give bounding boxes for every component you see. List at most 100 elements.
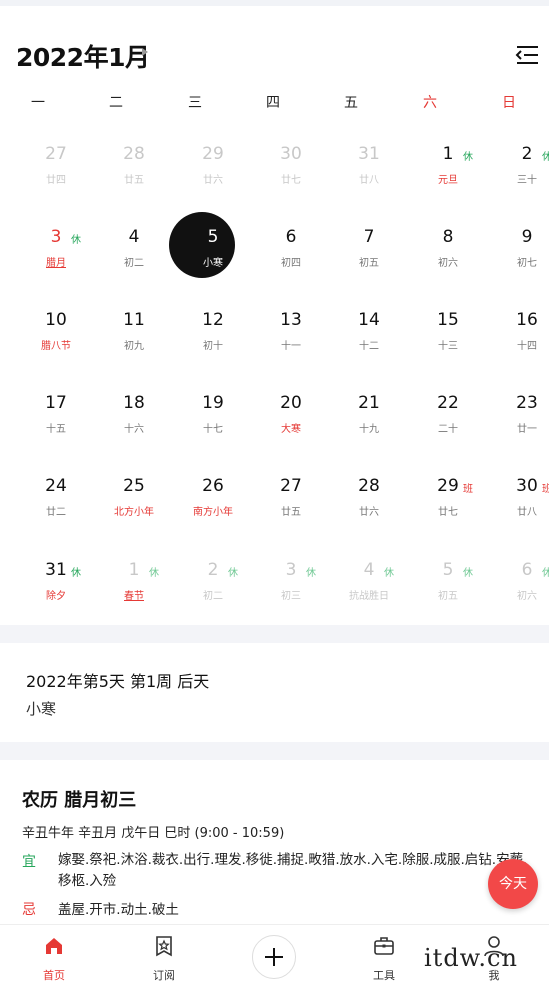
calendar-day[interactable]: 19 十七 [174, 379, 252, 455]
lunar-date: 抗战胜日 [349, 591, 389, 602]
day-number: 4 [363, 560, 375, 580]
calendar-day[interactable]: 27 廿四 [17, 130, 95, 206]
calendar-day[interactable]: 8 初六 [409, 213, 487, 289]
calendar-day[interactable]: 31 除夕 休 [17, 546, 95, 622]
lunar-date: 廿二 [46, 507, 66, 518]
calendar-day[interactable]: 27 廿五 [252, 462, 330, 538]
calendar-day[interactable]: 2 三十 休 [488, 130, 549, 206]
lunar-date: 初四 [281, 258, 301, 269]
day-number: 24 [45, 476, 67, 496]
nav-tools[interactable]: 工具 [344, 925, 424, 986]
calendar-day[interactable]: 4 初二 [95, 213, 173, 289]
calendar-day[interactable]: 7 初五 [330, 213, 408, 289]
calendar-day[interactable]: 18 十六 [95, 379, 173, 455]
calendar-day[interactable]: 24 廿二 [17, 462, 95, 538]
lunar-date: 十一 [281, 341, 301, 352]
day-number: 27 [45, 144, 67, 164]
calendar-day[interactable]: 20 大寒 [252, 379, 330, 455]
calendar-day[interactable]: 3 初三 休 [252, 546, 330, 622]
day-number: 6 [521, 560, 533, 580]
calendar-day[interactable]: 14 十二 [330, 296, 408, 372]
calendar-day[interactable]: 10 腊八节 [17, 296, 95, 372]
month-title[interactable]: 2022年1月 [16, 38, 150, 74]
ji-label: 忌 [22, 902, 36, 918]
lunar-date: 十九 [359, 424, 379, 435]
calendar-day[interactable]: 5 初五 休 [409, 546, 487, 622]
calendar-day[interactable]: 25 北方小年 [95, 462, 173, 538]
calendar-day[interactable]: 3 腊月 休 [17, 213, 95, 289]
day-number: 7 [363, 227, 375, 247]
workday-badge: 班 [542, 484, 549, 495]
calendar-day[interactable]: 26 南方小年 [174, 462, 252, 538]
lunar-date: 十二 [359, 341, 379, 352]
calendar-day[interactable]: 1 元旦 休 [409, 130, 487, 206]
day-number: 29 [437, 476, 459, 496]
lunar-date: 初二 [124, 258, 144, 269]
calendar-day[interactable]: 28 廿五 [95, 130, 173, 206]
lunar-date: 腊月 [46, 258, 66, 269]
calendar-day[interactable]: 15 十三 [409, 296, 487, 372]
workday-badge: 班 [463, 484, 473, 495]
lunar-date: 元旦 [438, 175, 458, 186]
calendar-day[interactable]: 29 廿七 班 [409, 462, 487, 538]
calendar-day[interactable]: 22 二十 [409, 379, 487, 455]
calendar-day[interactable]: 30 廿八 班 [488, 462, 549, 538]
day-number: 18 [123, 393, 145, 413]
calendar-day[interactable]: 2 初二 休 [174, 546, 252, 622]
add-event-button[interactable] [252, 935, 296, 979]
today-button[interactable]: 今天 [488, 859, 538, 909]
day-number: 22 [437, 393, 459, 413]
calendar-day[interactable]: 16 十四 [488, 296, 549, 372]
lunar-date: 大寒 [281, 424, 301, 435]
day-number: 30 [516, 476, 538, 496]
yi-label: 宜 [22, 854, 36, 870]
day-number: 27 [280, 476, 302, 496]
calendar-day-selected[interactable]: 5 小寒 [169, 212, 252, 289]
day-number: 31 [358, 144, 380, 164]
nav-subscribe[interactable]: 订阅 [124, 925, 204, 986]
nav-home[interactable]: 首页 [14, 925, 94, 986]
calendar-day[interactable]: 4 抗战胜日 休 [330, 546, 408, 622]
holiday-badge: 休 [228, 568, 238, 579]
lunar-date: 廿五 [281, 507, 301, 518]
calendar-day[interactable]: 6 初六 休 [488, 546, 549, 622]
day-number: 25 [123, 476, 145, 496]
day-number: 9 [521, 227, 533, 247]
day-number: 23 [516, 393, 538, 413]
weekday-label: 一 [31, 95, 45, 111]
top-strip [0, 0, 549, 6]
calendar-day[interactable]: 29 廿六 [174, 130, 252, 206]
calendar-day[interactable]: 1 春节 休 [95, 546, 173, 622]
calendar-day[interactable]: 11 初九 [95, 296, 173, 372]
day-number: 29 [202, 144, 224, 164]
lunar-date: 廿八 [359, 175, 379, 186]
calendar-day[interactable]: 6 初四 [252, 213, 330, 289]
calendar-day[interactable]: 23 廿一 [488, 379, 549, 455]
lunar-date: 初三 [281, 591, 301, 602]
weekday-label: 四 [266, 95, 280, 111]
calendar-day[interactable]: 9 初七 [488, 213, 549, 289]
lunar-date: 廿七 [281, 175, 301, 186]
calendar-day[interactable]: 21 十九 [330, 379, 408, 455]
day-number: 21 [358, 393, 380, 413]
holiday-badge: 休 [149, 568, 159, 579]
day-number: 15 [437, 310, 459, 330]
month-picker-arrow-icon[interactable] [142, 48, 148, 56]
collapse-menu-icon[interactable] [512, 42, 540, 68]
calendar-day[interactable]: 13 十一 [252, 296, 330, 372]
lunar-date: 廿五 [124, 175, 144, 186]
weekday-label: 六 [423, 95, 437, 111]
holiday-badge: 休 [463, 152, 473, 163]
lunar-date: 腊八节 [41, 341, 71, 352]
calendar-day[interactable]: 30 廿七 [252, 130, 330, 206]
day-number: 30 [280, 144, 302, 164]
day-number: 17 [45, 393, 67, 413]
lunar-date: 廿四 [46, 175, 66, 186]
calendar-day[interactable]: 17 十五 [17, 379, 95, 455]
calendar-day[interactable]: 31 廿八 [330, 130, 408, 206]
weekday-label: 三 [188, 95, 202, 111]
calendar-day[interactable]: 12 初十 [174, 296, 252, 372]
day-number: 6 [285, 227, 297, 247]
holiday-badge: 休 [384, 568, 394, 579]
calendar-day[interactable]: 28 廿六 [330, 462, 408, 538]
